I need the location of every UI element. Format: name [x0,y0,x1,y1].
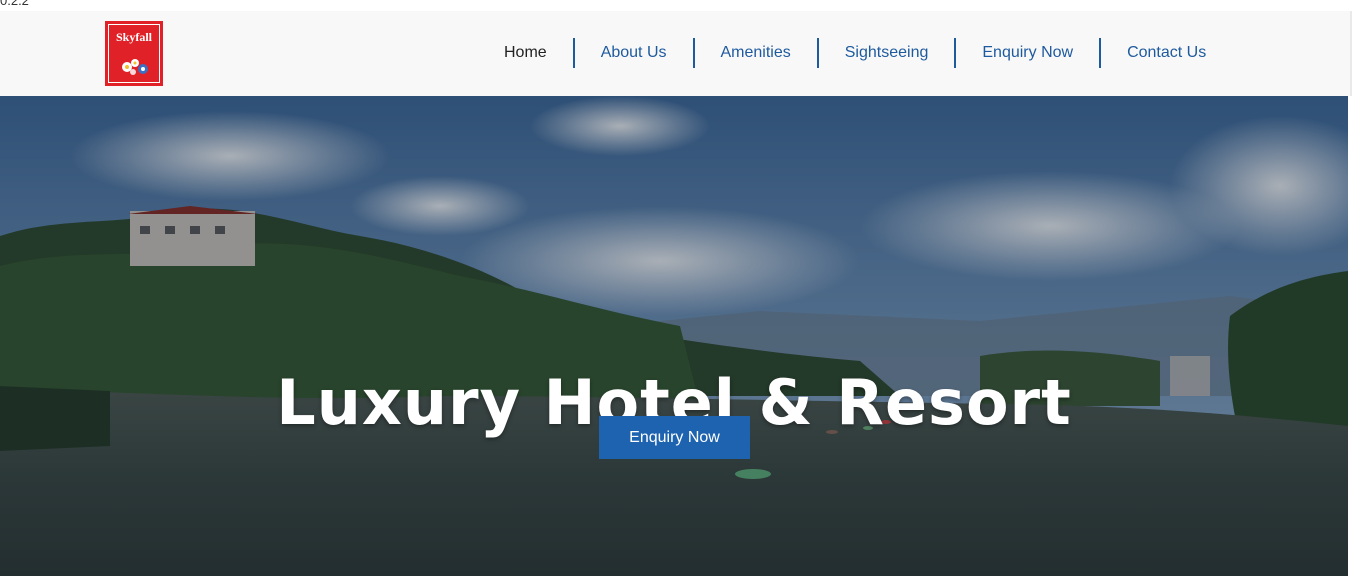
nav-home[interactable]: Home [478,38,573,68]
nav-about-us[interactable]: About Us [572,38,693,68]
nav-amenities[interactable]: Amenities [692,38,817,68]
brand-logo[interactable]: Skyfall [105,21,163,86]
hero-banner: Luxury Hotel & Resort Enquiry Now [0,96,1348,576]
top-strip-text: 0.2.2 [0,0,29,8]
main-nav: Home About Us Amenities Sightseeing Enqu… [478,38,1232,68]
nav-enquiry-now[interactable]: Enquiry Now [954,38,1099,68]
nav-sightseeing[interactable]: Sightseeing [816,38,955,68]
enquiry-now-button[interactable]: Enquiry Now [599,416,750,459]
brand-name: Skyfall [115,30,152,44]
flower-icon [122,59,148,75]
hero-overlay [0,96,1348,576]
navbar: Skyfall Home About Us Amenities Sightsee… [0,11,1352,96]
top-strip: 0.2.2 [0,0,1352,11]
nav-contact-us[interactable]: Contact Us [1099,38,1232,68]
